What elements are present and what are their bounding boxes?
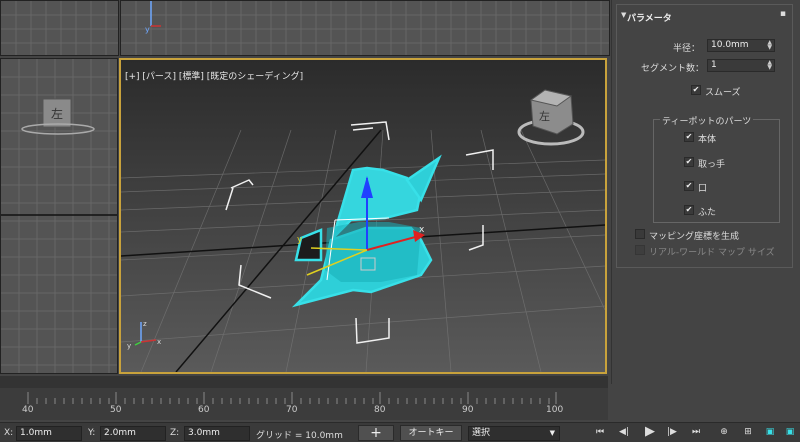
x-coord-label: X:	[4, 428, 14, 438]
viewport-top-left-grid	[1, 1, 118, 55]
part-spout-label: 口	[698, 184, 708, 194]
add-keyframe-icon[interactable]: +	[358, 425, 394, 441]
x-coord-field[interactable]: 1.0mm	[16, 426, 82, 441]
segments-spinner[interactable]: 1 ▲ ▼	[707, 59, 775, 72]
svg-text:y: y	[145, 25, 150, 34]
part-body-label: 本体	[698, 135, 717, 145]
timeline-tick: 60	[198, 405, 210, 415]
realworld-label: リアル-ワールド マップ サイズ	[649, 248, 775, 258]
svg-text:x: x	[419, 225, 425, 235]
teapot-parts-title: ティーポットのパーツ	[660, 114, 754, 127]
viewcube-left-face[interactable]: 左	[51, 105, 63, 122]
zoom-extents-all-icon[interactable]: ▣	[782, 424, 798, 440]
grid-size-label: グリッド = 10.0mm	[256, 431, 343, 441]
go-to-start-icon[interactable]: ⏮	[592, 424, 608, 440]
svg-text:y: y	[297, 235, 303, 245]
collapse-arrow-icon[interactable]: ▼	[621, 11, 626, 19]
command-panel: ▼ パラメータ ▪ 半径： 10.0mm ▲ ▼ セグメント数： 1 ▲ ▼ ✔ ス…	[611, 0, 800, 384]
z-coord-label: Z:	[170, 428, 180, 438]
svg-text:z: z	[143, 320, 147, 328]
selection-dropdown[interactable]: 選択 ▼	[468, 426, 560, 441]
zoom-extents-icon[interactable]: ▣	[762, 424, 778, 440]
segments-value[interactable]: 1	[711, 60, 717, 70]
radius-spinner[interactable]: 10.0mm ▲ ▼	[707, 39, 775, 52]
chevron-down-icon[interactable]: ▼	[550, 427, 555, 440]
realworld-checkbox[interactable]	[635, 245, 645, 255]
viewport-top-right-grid: y	[121, 1, 609, 55]
viewport-top-right[interactable]: y	[120, 0, 610, 56]
viewport-top-left[interactable]	[0, 0, 119, 56]
spinner-arrows-icon[interactable]: ▲ ▼	[767, 40, 772, 51]
timeline-tick: 80	[374, 405, 386, 415]
y-coord-label: Y:	[88, 428, 96, 438]
part-body-checkbox[interactable]: ✔	[684, 132, 694, 142]
timeline-tick: 40	[22, 405, 34, 415]
mapping-checkbox[interactable]	[635, 229, 645, 239]
y-coord-field[interactable]: 2.0mm	[100, 426, 166, 441]
zoom-all-icon[interactable]: ⊞	[740, 424, 756, 440]
timeline-tick: 70	[286, 405, 298, 415]
rollout-title[interactable]: パラメータ	[627, 11, 672, 24]
spinner-arrows-icon[interactable]: ▲ ▼	[767, 60, 772, 71]
segments-label: セグメント数：	[641, 64, 705, 74]
radius-value[interactable]: 10.0mm	[711, 40, 749, 50]
status-bar: X: 1.0mm Y: 2.0mm Z: 3.0mm グリッド = 10.0mm…	[0, 422, 800, 442]
part-lid-label: ふた	[698, 208, 717, 218]
z-coord-field[interactable]: 3.0mm	[184, 426, 250, 441]
rollout-options-icon[interactable]: ▪	[780, 9, 786, 19]
smooth-label: スムーズ	[705, 88, 741, 98]
viewport-perspective[interactable]: y x z x y [+] [パース] [標準] [既定のシェーディング] 左	[119, 58, 607, 374]
svg-text:y: y	[127, 342, 131, 350]
timeline[interactable]	[0, 376, 608, 420]
viewport-left[interactable]: 左	[0, 58, 118, 374]
part-lid-checkbox[interactable]: ✔	[684, 205, 694, 215]
go-to-end-icon[interactable]: ⏭	[688, 424, 704, 440]
part-handle-checkbox[interactable]: ✔	[684, 157, 694, 167]
selection-dropdown-value[interactable]: 選択	[472, 428, 490, 438]
timeline-ruler	[0, 376, 608, 404]
viewport-label[interactable]: [+] [パース] [標準] [既定のシェーディング]	[125, 69, 303, 82]
play-icon[interactable]: ▶	[642, 424, 658, 440]
timeline-tick: 90	[462, 405, 474, 415]
svg-text:x: x	[157, 338, 161, 346]
previous-frame-icon[interactable]: ◀|	[616, 424, 632, 440]
part-spout-checkbox[interactable]: ✔	[684, 181, 694, 191]
smooth-checkbox[interactable]: ✔	[691, 85, 701, 95]
radius-label: 半径：	[673, 44, 701, 54]
timeline-tick: 50	[110, 405, 122, 415]
perspective-scene: y x z x y	[121, 89, 605, 372]
auto-key-button[interactable]: オートキー	[400, 425, 462, 441]
teapot-parts-group: ティーポットのパーツ ✔ 本体 ✔ 取っ手 ✔ 口 ✔ ふた	[653, 114, 780, 223]
next-frame-icon[interactable]: |▶	[664, 424, 680, 440]
timeline-tick: 100	[546, 405, 564, 415]
app-window: y 左 y x z x y [+] [パース] [標準] [既定のシェーディング…	[0, 0, 800, 442]
part-handle-label: 取っ手	[698, 160, 726, 170]
mapping-label: マッピング座標を生成	[649, 232, 740, 242]
zoom-icon[interactable]: ⊕	[716, 424, 732, 440]
parameters-rollout: ▼ パラメータ ▪ 半径： 10.0mm ▲ ▼ セグメント数： 1 ▲ ▼ ✔ ス…	[616, 4, 793, 268]
viewcube-face-label[interactable]: 左	[539, 108, 550, 124]
